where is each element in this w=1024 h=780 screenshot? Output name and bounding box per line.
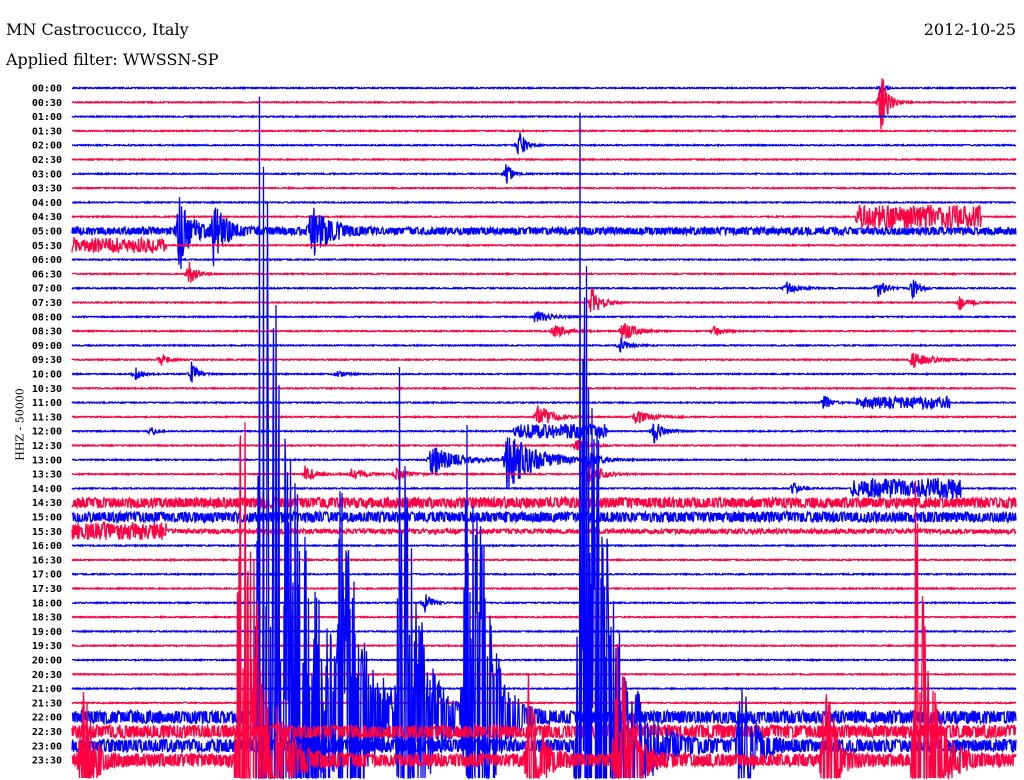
- row-time-label: 06:00: [32, 255, 62, 266]
- trace-row-0130: [71, 128, 1017, 134]
- trace-row-0700: [71, 279, 1017, 300]
- trace-row-1400: [71, 477, 1017, 499]
- trace-row-0000: [71, 81, 1017, 95]
- trace-row-2100: [71, 686, 1017, 691]
- row-time-label: 01:30: [32, 126, 62, 137]
- row-time-label: 08:30: [32, 327, 62, 338]
- row-time-label: 02:00: [32, 141, 62, 152]
- row-time-label: 20:00: [32, 656, 62, 667]
- trace-row-1800: [71, 594, 1017, 613]
- trace-row-0100: [71, 114, 1017, 119]
- row-time-label: 22:30: [32, 727, 62, 738]
- row-time-label: 18:00: [32, 598, 62, 609]
- row-time-label: 11:00: [32, 398, 62, 409]
- trace-row-0500: [71, 197, 1017, 269]
- trace-row-1830: [71, 614, 1017, 620]
- row-time-label: 09:00: [32, 341, 62, 352]
- row-time-label: 09:30: [32, 355, 62, 366]
- row-time-label: 12:30: [32, 441, 62, 452]
- trace-row-1030: [71, 386, 1017, 391]
- row-time-label: 18:30: [32, 613, 62, 624]
- trace-row-1230: [71, 439, 1017, 451]
- row-time-label: 10:00: [32, 370, 62, 381]
- row-time-label: 06:30: [32, 269, 62, 280]
- seismogram-traces: 00:00 00:30 01:00 01:30 02:00 02:30 03:00 03:30…: [32, 78, 1017, 780]
- row-time-label: 05:00: [32, 227, 62, 238]
- row-time-label: 08:00: [32, 312, 62, 323]
- row-time-label: 03:00: [32, 169, 62, 180]
- trace-row-1500: [71, 509, 1017, 525]
- row-time-label: 00:30: [32, 98, 62, 109]
- row-time-label: 20:30: [32, 670, 62, 681]
- row-time-label: 15:00: [32, 513, 62, 524]
- row-time-label: 17:00: [32, 570, 62, 581]
- trace-row-1630: [71, 557, 1017, 563]
- trace-row-1600: [71, 543, 1017, 548]
- row-time-label: 16:30: [32, 555, 62, 566]
- row-time-label: 13:00: [32, 455, 62, 466]
- trace-row-0300: [71, 164, 1017, 184]
- row-time-label: 10:30: [32, 384, 62, 395]
- trace-row-1200: [71, 422, 1017, 444]
- row-time-label: 02:30: [32, 155, 62, 166]
- row-time-label: 01:00: [32, 112, 62, 123]
- row-time-label: 21:00: [32, 684, 62, 695]
- trace-row-0330: [71, 185, 1017, 191]
- row-time-label: 11:30: [32, 412, 62, 423]
- trace-row-1900: [71, 629, 1017, 634]
- trace-row-1100: [71, 394, 1017, 411]
- row-time-label: 12:00: [32, 427, 62, 438]
- helicorder-plot: MN Castrocucco, Italy Applied filter: WW…: [0, 0, 1024, 780]
- trace-row-2330: [71, 422, 1017, 780]
- row-time-label: 07:00: [32, 284, 62, 295]
- row-time-label: 17:30: [32, 584, 62, 595]
- row-time-label: 00:00: [32, 84, 62, 95]
- row-time-label: 23:30: [32, 756, 62, 767]
- row-time-label: 03:30: [32, 184, 62, 195]
- trace-row-1130: [71, 405, 1017, 424]
- row-time-label: 07:30: [32, 298, 62, 309]
- trace-row-0800: [71, 311, 1016, 323]
- trace-row-1430: [71, 495, 1017, 510]
- trace-row-0900: [71, 337, 1016, 353]
- row-time-label: 04:00: [32, 198, 62, 209]
- trace-row-0830: [72, 323, 1017, 340]
- trace-row-0730: [71, 287, 1017, 313]
- trace-row-1000: [71, 361, 1017, 383]
- row-time-label: 19:00: [32, 627, 62, 638]
- trace-row-1930: [71, 643, 1017, 648]
- row-time-label: 13:30: [32, 470, 62, 481]
- trace-row-2030: [71, 672, 1017, 677]
- row-time-label: 14:00: [32, 484, 62, 495]
- row-time-label: 05:30: [32, 241, 62, 252]
- trace-row-2000: [71, 657, 1017, 663]
- row-time-label: 15:30: [32, 527, 62, 538]
- row-time-label: 16:00: [32, 541, 62, 552]
- trace-row-0930: [71, 352, 1017, 369]
- row-time-label: 14:30: [32, 498, 62, 509]
- trace-row-0400: [72, 200, 1017, 205]
- row-time-label: 21:30: [32, 698, 62, 709]
- trace-row-1730: [71, 586, 1017, 591]
- trace-row-1700: [71, 572, 1017, 577]
- row-time-label: 23:00: [32, 741, 62, 752]
- trace-row-0230: [72, 157, 1017, 162]
- trace-row-1530: [71, 520, 1017, 541]
- trace-row-0030: [71, 78, 1017, 130]
- row-time-label: 04:30: [32, 212, 62, 223]
- row-time-label: 22:00: [32, 713, 62, 724]
- trace-row-0200: [71, 132, 1017, 156]
- row-time-label: 19:30: [32, 641, 62, 652]
- trace-row-2130: [71, 700, 1017, 706]
